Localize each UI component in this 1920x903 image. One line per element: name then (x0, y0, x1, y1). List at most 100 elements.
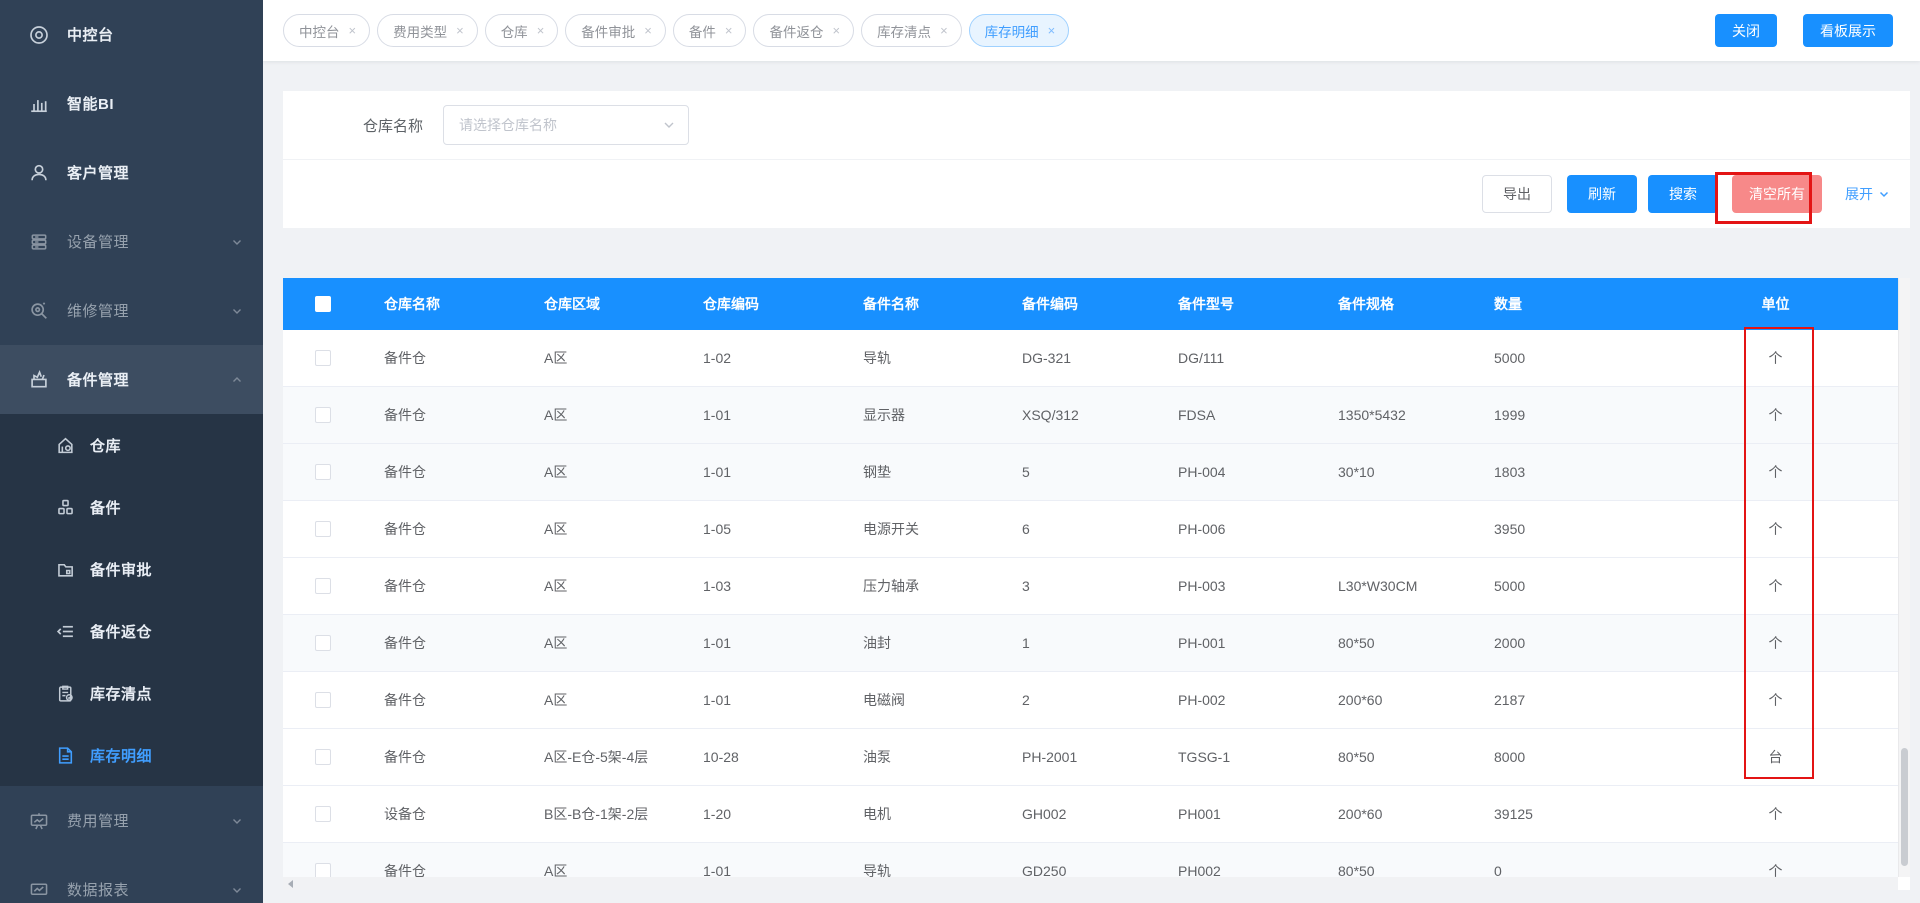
vertical-scrollbar[interactable] (1898, 278, 1910, 877)
cell-unit: 个 (1768, 521, 1783, 537)
cell-unit: 个 (1768, 692, 1783, 708)
select-all-checkbox[interactable] (315, 296, 331, 312)
close-tab-icon[interactable]: × (940, 24, 948, 37)
clear-all-button[interactable]: 清空所有 (1732, 174, 1822, 213)
sidebar-subitem-label: 备件审批 (90, 561, 153, 579)
table-row[interactable]: 备件仓 A区 1-05 电源开关 6 PH-006 3950 个 (283, 501, 1910, 558)
warehouse-name-select[interactable]: 请选择仓库名称 (443, 105, 690, 145)
close-button[interactable]: 关闭 (1715, 14, 1777, 47)
cell-warehouse-name: 备件仓 (384, 578, 426, 594)
sidebar-item-bi[interactable]: 智能BI (0, 69, 263, 138)
sidebar-item-label: 客户管理 (67, 165, 130, 182)
cell-part-model: FDSA (1178, 407, 1216, 423)
filter-row: 仓库名称 请选择仓库名称 (283, 91, 1910, 160)
table-row[interactable]: 备件仓 A区-E仓-5架-4层 10-28 油泵 PH-2001 TGSG-1 … (283, 729, 1910, 786)
cell-quantity: 39125 (1494, 806, 1533, 822)
cell-unit: 个 (1768, 635, 1783, 651)
tab-warehouse[interactable]: 仓库 × (484, 14, 559, 47)
close-tab-icon[interactable]: × (1048, 24, 1056, 37)
cell-quantity: 3950 (1494, 521, 1526, 537)
topbar: 中控台 × 费用类型 × 仓库 × 备件审批 × 备件 × 备件返仓 × 库存清点 × 库存明… (263, 0, 1920, 61)
tab-label: 仓库 (500, 24, 528, 40)
sidebar-subitem-parts[interactable]: 备件 (0, 476, 263, 538)
sidebar-subitem-label: 库存清点 (90, 685, 153, 703)
sidebar-subitem-return[interactable]: 备件返仓 (0, 600, 263, 662)
tab-parts[interactable]: 备件 × (672, 14, 747, 47)
sidebar-item-devices[interactable]: 设备管理 (0, 207, 263, 276)
table-row[interactable]: 设备仓 B区-B仓-1架-2层 1-20 电机 GH002 PH001 200*… (283, 786, 1910, 843)
cell-part-model: PH-001 (1178, 635, 1226, 651)
devices-icon (28, 231, 50, 253)
table-row[interactable]: 备件仓 A区 1-01 显示器 XSQ/312 FDSA 1350*5432 1… (283, 387, 1910, 444)
table-row[interactable]: 备件仓 A区 1-01 油封 1 PH-001 80*50 2000 个 (283, 615, 1910, 672)
tab-parts-return[interactable]: 备件返仓 × (753, 14, 855, 47)
close-tab-icon[interactable]: × (456, 24, 464, 37)
cell-part-spec: 80*50 (1338, 749, 1375, 765)
cell-warehouse-name: 备件仓 (384, 521, 426, 537)
tab-stocktake[interactable]: 库存清点 × (861, 14, 962, 47)
cell-part-name: 显示器 (863, 407, 905, 423)
sidebar-item-reports[interactable]: 数据报表 (0, 855, 263, 903)
table-header-row: 仓库名称 仓库区域 仓库编码 备件名称 备件编码 备件型号 备件规格 数量 单位 (283, 278, 1910, 330)
sidebar-item-maintenance[interactable]: 维修管理 (0, 276, 263, 345)
tab-console[interactable]: 中控台 × (283, 14, 371, 47)
table-row[interactable]: 备件仓 A区 1-01 钢垫 5 PH-004 30*10 1803 个 (283, 444, 1910, 501)
scroll-left-arrow-icon (288, 879, 293, 888)
refresh-button[interactable]: 刷新 (1567, 174, 1637, 213)
close-tab-icon[interactable]: × (644, 24, 652, 37)
sidebar-subitem-warehouse[interactable]: 仓库 (0, 414, 263, 476)
close-tab-icon[interactable]: × (725, 24, 733, 37)
table-row[interactable]: 备件仓 A区 1-02 导轨 DG-321 DG/111 5000 个 (283, 330, 1910, 387)
cell-part-name: 钢垫 (863, 464, 891, 480)
close-tab-icon[interactable]: × (832, 24, 840, 37)
table-body: 备件仓 A区 1-02 导轨 DG-321 DG/111 5000 个 备件仓 … (283, 330, 1910, 877)
select-placeholder: 请选择仓库名称 (459, 117, 558, 133)
cell-part-model: TGSG-1 (1178, 749, 1231, 765)
row-checkbox[interactable] (315, 863, 331, 877)
cell-warehouse-code: 1-01 (703, 692, 732, 708)
row-checkbox[interactable] (315, 350, 331, 366)
cell-part-spec: 80*50 (1338, 863, 1375, 877)
cell-unit: 个 (1768, 863, 1783, 877)
horizontal-scrollbar[interactable] (283, 877, 1898, 890)
row-checkbox[interactable] (315, 692, 331, 708)
export-button[interactable]: 导出 (1482, 174, 1552, 213)
cell-part-model: PH-002 (1178, 692, 1226, 708)
tab-expense-type[interactable]: 费用类型 × (377, 14, 478, 47)
search-button[interactable]: 搜索 (1648, 174, 1718, 213)
sidebar-item-spare-parts[interactable]: 备件管理 (0, 345, 263, 414)
row-checkbox[interactable] (315, 407, 331, 423)
table-row[interactable]: 备件仓 A区 1-01 导轨 GD250 PH002 80*50 0 个 (283, 843, 1910, 877)
sidebar-item-label: 费用管理 (67, 813, 130, 830)
cell-warehouse-area: A区 (544, 635, 568, 651)
row-checkbox[interactable] (315, 521, 331, 537)
sidebar-subitem-inventory-detail[interactable]: 库存明细 (0, 724, 263, 786)
scrollbar-thumb[interactable] (1901, 748, 1908, 866)
row-checkbox[interactable] (315, 806, 331, 822)
tab-inventory-detail[interactable]: 库存明细 × (968, 14, 1070, 47)
close-tab-icon[interactable]: × (349, 24, 357, 37)
cell-warehouse-code: 1-05 (703, 521, 732, 537)
sidebar-subitem-approval[interactable]: 备件审批 (0, 538, 263, 600)
close-tab-icon[interactable]: × (537, 24, 545, 37)
cell-unit: 个 (1768, 464, 1783, 480)
sidebar-subitem-stocktake[interactable]: 库存清点 (0, 662, 263, 724)
tab-parts-approval[interactable]: 备件审批 × (565, 14, 666, 47)
cell-part-name: 压力轴承 (863, 578, 919, 594)
row-checkbox[interactable] (315, 464, 331, 480)
table-row[interactable]: 备件仓 A区 1-03 压力轴承 3 PH-003 L30*W30CM 5000… (283, 558, 1910, 615)
sidebar-item-label: 维修管理 (67, 303, 130, 320)
row-checkbox[interactable] (315, 578, 331, 594)
table-row[interactable]: 备件仓 A区 1-01 电磁阀 2 PH-002 200*60 2187 个 (283, 672, 1910, 729)
expand-link[interactable]: 展开 (1845, 184, 1890, 204)
row-checkbox[interactable] (315, 749, 331, 765)
cell-warehouse-code: 1-01 (703, 863, 732, 877)
cell-warehouse-name: 备件仓 (384, 407, 426, 423)
sidebar-item-console[interactable]: 中控台 (0, 0, 263, 69)
board-display-button[interactable]: 看板展示 (1803, 14, 1893, 47)
sidebar-item-label: 备件管理 (67, 372, 130, 389)
sidebar-item-customers[interactable]: 客户管理 (0, 138, 263, 207)
row-checkbox[interactable] (315, 635, 331, 651)
sidebar-item-expense[interactable]: 费用管理 (0, 786, 263, 855)
sidebar-subitem-label: 备件返仓 (90, 623, 153, 641)
